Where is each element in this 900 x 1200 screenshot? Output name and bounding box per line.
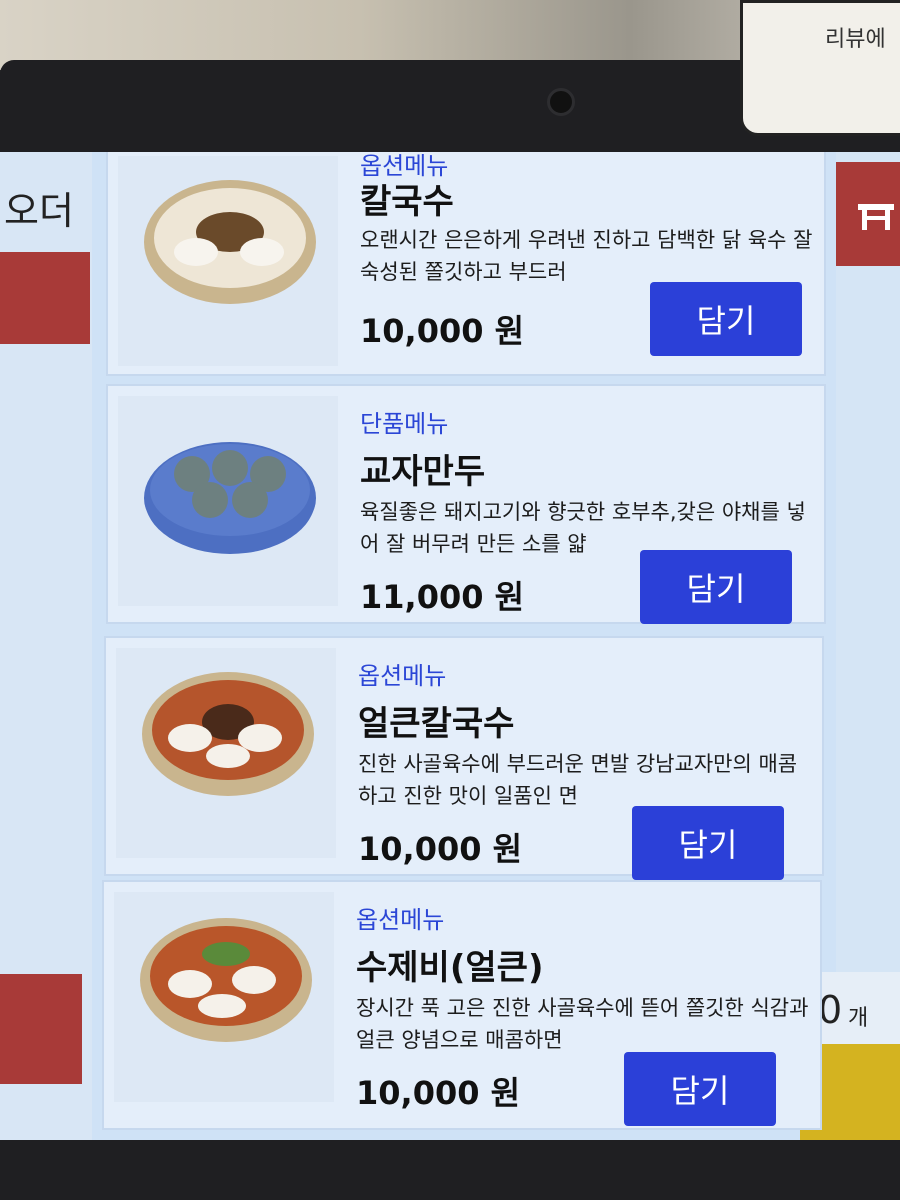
camera-icon: [547, 88, 575, 116]
menu-item[interactable]: 옵션메뉴 얼큰칼국수 진한 사골육수에 부드러운 면발 강남교자만의 매콤하고 …: [104, 636, 824, 880]
menu-category: 옵션메뉴: [358, 662, 447, 690]
review-card-text: 리뷰에: [825, 27, 886, 52]
add-to-cart-button[interactable]: 담기: [624, 1052, 776, 1126]
menu-description: 오랜시간 은은하게 우려낸 진하고 담백한 닭 육수 잘 숙성된 쫄깃하고 부드…: [360, 228, 813, 284]
plate-of-dumplings-image: [144, 442, 316, 554]
menu-item[interactable]: 옵션메뉴 칼국수 오랜시간 은은하게 우려낸 진하고 담백한 닭 육수 잘 숙성…: [106, 152, 826, 376]
menu-name: 칼국수: [360, 182, 454, 222]
menu-price: 10,000 원: [356, 1074, 521, 1112]
category-tab-selected[interactable]: [0, 252, 90, 344]
add-to-cart-button[interactable]: 담기: [650, 282, 802, 356]
bowl-of-spicy-sujebi-image: [140, 918, 312, 1042]
table-button[interactable]: [836, 162, 900, 266]
menu-photo: [116, 648, 336, 858]
add-to-cart-button[interactable]: 담기: [640, 550, 792, 624]
menu-price: 11,000 원: [360, 578, 525, 616]
menu-photo: [118, 396, 338, 606]
menu-photo: [114, 892, 334, 1102]
menu-category: 단품메뉴: [360, 410, 449, 438]
left-bottom-button[interactable]: [0, 974, 82, 1084]
left-category-rail: 오더: [0, 152, 92, 1140]
menu-description: 진한 사골육수에 부드러운 면발 강남교자만의 매콤하고 진한 맛이 일품인 면: [358, 752, 798, 808]
menu-price: 10,000 원: [360, 312, 525, 350]
review-card: 리뷰에: [740, 0, 900, 136]
bowl-of-kalguksu-image: [144, 180, 316, 304]
menu-list: 옵션메뉴 칼국수 오랜시간 은은하게 우려낸 진하고 담백한 닭 육수 잘 숙성…: [96, 152, 836, 1140]
menu-item[interactable]: 옵션메뉴 수제비(얼큰) 장시간 푹 고은 진한 사골육수에 뜯어 쫄깃한 식감…: [102, 880, 822, 1130]
menu-name: 얼큰칼국수: [358, 704, 515, 744]
menu-description: 장시간 푹 고은 진한 사골육수에 뜯어 쫄깃한 식감과 얼큰 양념으로 매콤하…: [356, 996, 809, 1052]
order-label: 오더: [4, 189, 74, 233]
menu-category: 옵션메뉴: [356, 906, 445, 934]
add-to-cart-button[interactable]: 담기: [632, 806, 784, 880]
menu-name: 수제비(얼큰): [356, 948, 544, 988]
bowl-of-spicy-kalguksu-image: [142, 672, 314, 796]
menu-item[interactable]: 단품메뉴 교자만두 육질좋은 돼지고기와 향긋한 호부추,갖은 야채를 넣어 잘…: [106, 384, 826, 624]
menu-price: 10,000 원: [358, 830, 523, 868]
table-icon: [858, 204, 894, 230]
cart-count-unit: 개: [848, 1006, 869, 1031]
menu-name: 교자만두: [360, 452, 486, 492]
menu-photo: [118, 156, 338, 366]
kiosk-screen: 오더 0 개 옵션메뉴 칼국수 오랜시간 은은하게 우려낸 진하고 담백한 닭 …: [0, 152, 900, 1140]
